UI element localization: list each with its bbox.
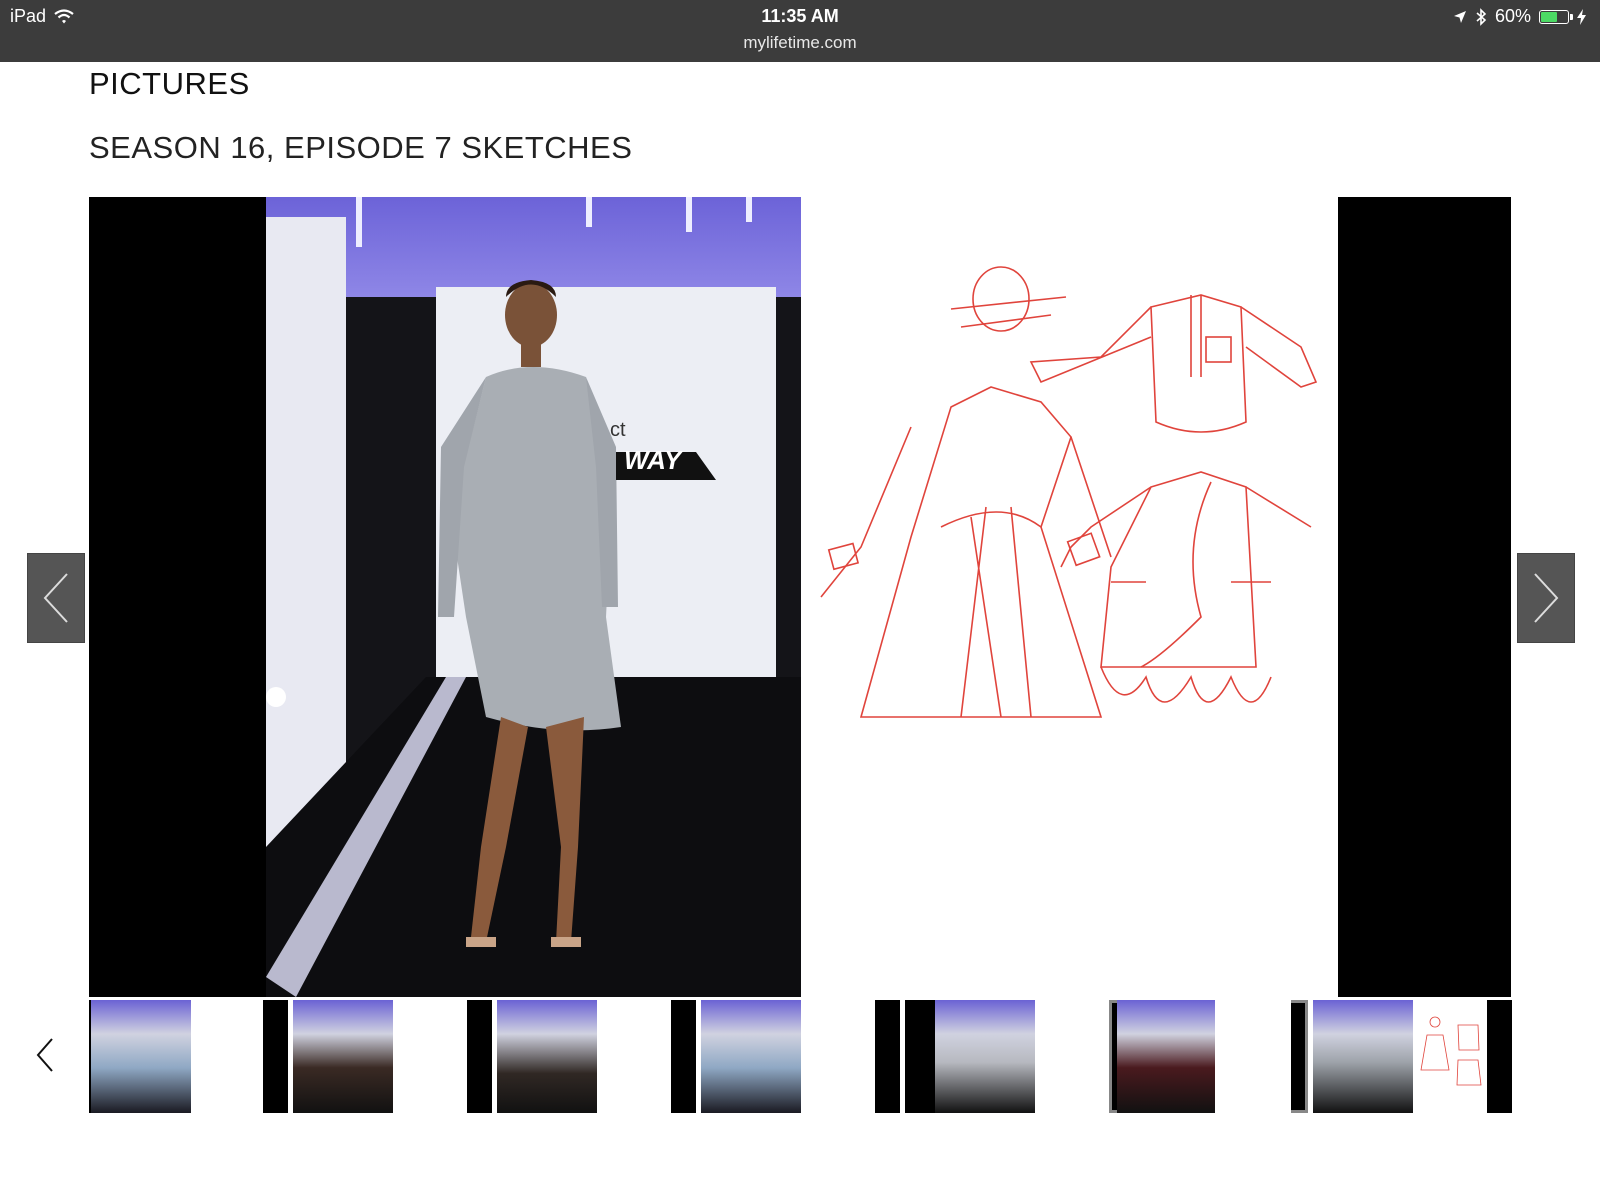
- design-sketch: [801, 197, 1338, 997]
- thumbnail-prev-button[interactable]: [30, 1035, 60, 1075]
- thumbnail-item[interactable]: [905, 1000, 1104, 1113]
- status-right: 60%: [1453, 6, 1586, 27]
- thumbnail-item[interactable]: [293, 1000, 492, 1113]
- thumbnail-sketch: [801, 1000, 875, 1113]
- runway-photo: WAY ct: [266, 197, 801, 997]
- slideshow-viewer[interactable]: WAY ct: [89, 197, 1511, 997]
- thumbnail-sketch: [393, 1000, 467, 1113]
- sketch-drawing: [820, 266, 1318, 718]
- thumbnail-item[interactable]: [497, 1000, 696, 1113]
- thumbnail-photo: [1117, 1000, 1215, 1113]
- thumbnail-photo: [497, 1000, 597, 1113]
- runway-scene: [266, 197, 801, 997]
- backdrop-sign: WAY: [624, 445, 682, 475]
- thumbnail-sketch: [597, 1000, 671, 1113]
- chevron-right-icon: [1534, 573, 1559, 623]
- prev-slide-button[interactable]: [27, 553, 85, 643]
- status-bar: iPad 11:35 AM mylifetime.com 60%: [0, 0, 1600, 62]
- thumbnail-sketch: [1413, 1000, 1487, 1113]
- status-time: 11:35 AM: [761, 6, 839, 26]
- battery-tip: [1570, 13, 1573, 20]
- bluetooth-icon: [1476, 7, 1487, 26]
- thumbnail-item-active[interactable]: [1109, 1000, 1308, 1113]
- next-slide-button[interactable]: [1517, 553, 1575, 643]
- chevron-left-icon: [43, 573, 68, 623]
- thumbnail-item[interactable]: [701, 1000, 900, 1113]
- thumbnail-sketch-lines: [1420, 1016, 1482, 1086]
- thumbnail-strip: [89, 1000, 1512, 1113]
- thumbnail-item[interactable]: [89, 1000, 288, 1113]
- gallery-title: SEASON 16, EPISODE 7 SKETCHES: [89, 130, 633, 165]
- battery-icon: [1539, 9, 1573, 24]
- thumbnail-photo: [701, 1000, 801, 1113]
- thumbnail-photo: [91, 1000, 191, 1113]
- thumbnail-sketch: [191, 1000, 263, 1113]
- location-arrow-icon: [1453, 10, 1466, 23]
- thumbnail-item[interactable]: [1313, 1000, 1512, 1113]
- charging-icon: [1577, 8, 1586, 25]
- thumbnail-photo: [1313, 1000, 1413, 1113]
- thumbnail-sketch: [1215, 1000, 1291, 1113]
- battery-percent: 60%: [1494, 6, 1531, 26]
- thumbnail-photo: [293, 1000, 393, 1113]
- battery-level: [1541, 11, 1557, 22]
- backdrop-sign-small: ct: [610, 419, 626, 441]
- address-url[interactable]: mylifetime.com: [0, 33, 1600, 53]
- page-title: PICTURES: [89, 66, 250, 101]
- thumbnail-photo: [935, 1000, 1035, 1113]
- thumbnail-sketch: [1035, 1000, 1104, 1113]
- chevron-left-icon: [36, 1038, 53, 1072]
